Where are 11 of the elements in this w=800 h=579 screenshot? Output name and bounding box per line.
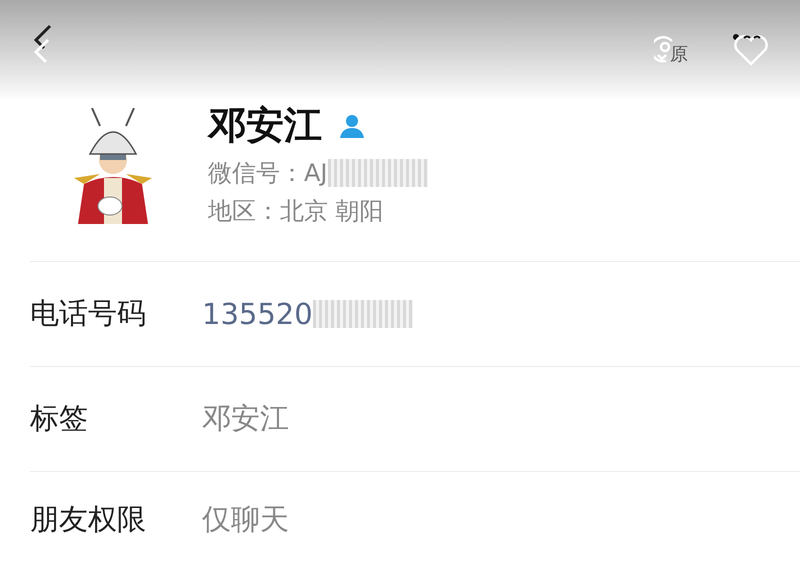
field-label: 电话号码 — [30, 295, 147, 332]
field-value: 仅聊天 — [202, 501, 289, 538]
original-image-button[interactable]: 原 — [654, 34, 688, 66]
field-label: 标签 — [30, 400, 89, 437]
phone-link[interactable]: 135520 — [202, 297, 313, 331]
contact-name: 邓安江 — [208, 102, 322, 149]
heart-icon[interactable] — [732, 33, 770, 67]
field-label: 朋友权限 — [30, 501, 147, 538]
field-value: 邓安江 — [202, 400, 289, 437]
wechat-id: 微信号：AJ — [208, 158, 328, 189]
region-text: 地区：北京 朝阳 — [208, 196, 385, 227]
